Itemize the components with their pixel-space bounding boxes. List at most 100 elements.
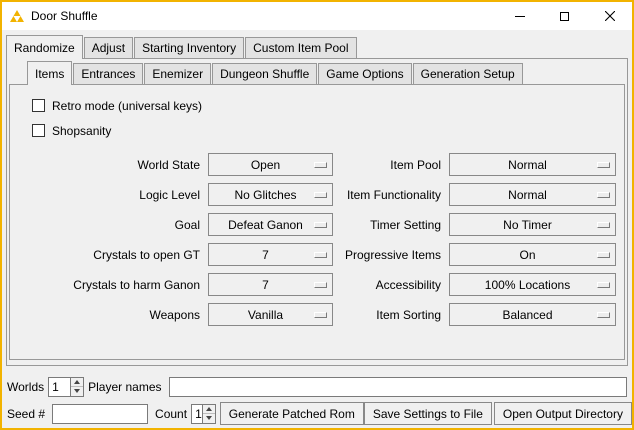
tab-entrances[interactable]: Entrances [73,63,143,84]
timer-setting-dropdown[interactable]: No Timer [449,213,616,236]
weapons-label: Weapons [16,308,204,322]
triforce-app-icon [9,8,25,24]
option-menu-indicator-icon [314,252,327,258]
logic-level-dropdown[interactable]: No Glitches [208,183,333,206]
goal-value: Defeat Ganon [228,218,313,232]
item-functionality-dropdown[interactable]: Normal [449,183,616,206]
multiworld-row: Worlds 1 Player names [2,375,632,398]
accessibility-label: Accessibility [337,278,445,292]
tab-game-options[interactable]: Game Options [318,63,411,84]
crystals-open-gt-dropdown[interactable]: 7 [208,243,333,266]
shopsanity-checkbox[interactable] [32,124,45,137]
progressive-items-dropdown[interactable]: On [449,243,616,266]
save-settings-button[interactable]: Save Settings to File [364,402,492,425]
main-tab-bar: Randomize Adjust Starting Inventory Cust… [2,30,632,58]
retro-mode-label: Retro mode (universal keys) [52,99,202,113]
accessibility-dropdown[interactable]: 100% Locations [449,273,616,296]
tab-starting-inventory[interactable]: Starting Inventory [134,37,244,58]
item-pool-value: Normal [508,158,557,172]
worlds-label: Worlds [7,380,44,394]
worlds-value: 1 [49,378,70,396]
world-state-value: Open [251,158,290,172]
goal-dropdown[interactable]: Defeat Ganon [208,213,333,236]
options-grid: World State Open Item Pool Normal Logic … [16,153,618,326]
seed-input[interactable] [52,404,148,424]
randomize-sub-tab-bar: Items Entrances Enemizer Dungeon Shuffle… [9,59,625,84]
tab-enemizer[interactable]: Enemizer [144,63,211,84]
shopsanity-label: Shopsanity [52,124,111,138]
generate-patched-rom-button[interactable]: Generate Patched Rom [220,402,364,425]
generation-row: Seed # Count 1 Generate Patched Rom Save… [2,402,632,425]
tab-items[interactable]: Items [27,61,72,85]
option-menu-indicator-icon [597,192,610,198]
item-pool-dropdown[interactable]: Normal [449,153,616,176]
item-pool-label: Item Pool [337,158,445,172]
option-menu-indicator-icon [314,282,327,288]
count-value: 1 [192,405,202,423]
minimize-button[interactable] [497,2,542,30]
world-state-dropdown[interactable]: Open [208,153,333,176]
items-tab-panel: Retro mode (universal keys) Shopsanity W… [9,84,625,360]
retro-mode-row: Retro mode (universal keys) [32,95,618,116]
item-functionality-value: Normal [508,188,557,202]
crystals-harm-ganon-label: Crystals to harm Ganon [16,278,204,292]
accessibility-value: 100% Locations [485,278,580,292]
randomize-tab-panel: Items Entrances Enemizer Dungeon Shuffle… [6,58,628,366]
chevron-down-icon [74,389,80,393]
option-menu-indicator-icon [314,162,327,168]
retro-mode-checkbox[interactable] [32,99,45,112]
progressive-items-label: Progressive Items [337,248,445,262]
item-sorting-value: Balanced [502,308,562,322]
tab-generation-setup[interactable]: Generation Setup [413,63,523,84]
chevron-up-icon [206,407,212,411]
open-output-directory-button[interactable]: Open Output Directory [494,402,632,425]
logic-level-value: No Glitches [234,188,306,202]
item-sorting-dropdown[interactable]: Balanced [449,303,616,326]
player-names-input[interactable] [169,377,628,397]
chevron-up-icon [74,380,80,384]
maximize-icon [560,12,569,21]
option-menu-indicator-icon [314,192,327,198]
player-names-label: Player names [88,380,161,394]
crystals-harm-ganon-dropdown[interactable]: 7 [208,273,333,296]
option-menu-indicator-icon [597,282,610,288]
worlds-spinner[interactable]: 1 [48,377,84,397]
minimize-icon [515,16,525,17]
count-spinner-down-button[interactable] [203,413,215,423]
shopsanity-row: Shopsanity [32,120,618,141]
timer-setting-label: Timer Setting [337,218,445,232]
progressive-items-value: On [519,248,545,262]
maximize-button[interactable] [542,2,587,30]
item-functionality-label: Item Functionality [337,188,445,202]
goal-label: Goal [16,218,204,232]
weapons-value: Vanilla [248,308,293,322]
close-icon [605,11,615,21]
count-spinner-up-button[interactable] [203,405,215,414]
crystals-harm-ganon-value: 7 [262,278,279,292]
tab-randomize[interactable]: Randomize [6,35,83,59]
count-spinner[interactable]: 1 [191,404,216,424]
option-menu-indicator-icon [597,312,610,318]
crystals-open-gt-label: Crystals to open GT [16,248,204,262]
crystals-open-gt-value: 7 [262,248,279,262]
worlds-spinner-up-button[interactable] [71,378,83,387]
seed-label: Seed # [7,407,45,421]
window-title: Door Shuffle [31,9,98,23]
close-button[interactable] [587,2,632,30]
worlds-spinner-down-button[interactable] [71,386,83,396]
tab-adjust[interactable]: Adjust [84,37,133,58]
count-label: Count [155,407,187,421]
option-menu-indicator-icon [597,222,610,228]
door-shuffle-window: Door Shuffle Randomize Adjust Starting I… [0,0,634,430]
titlebar[interactable]: Door Shuffle [2,2,632,30]
tab-dungeon-shuffle[interactable]: Dungeon Shuffle [212,63,317,84]
option-menu-indicator-icon [314,312,327,318]
tab-custom-item-pool[interactable]: Custom Item Pool [245,37,356,58]
chevron-down-icon [206,416,212,420]
weapons-dropdown[interactable]: Vanilla [208,303,333,326]
world-state-label: World State [16,158,204,172]
option-menu-indicator-icon [314,222,327,228]
logic-level-label: Logic Level [16,188,204,202]
timer-setting-value: No Timer [503,218,562,232]
worlds-spinner-buttons [70,378,83,396]
